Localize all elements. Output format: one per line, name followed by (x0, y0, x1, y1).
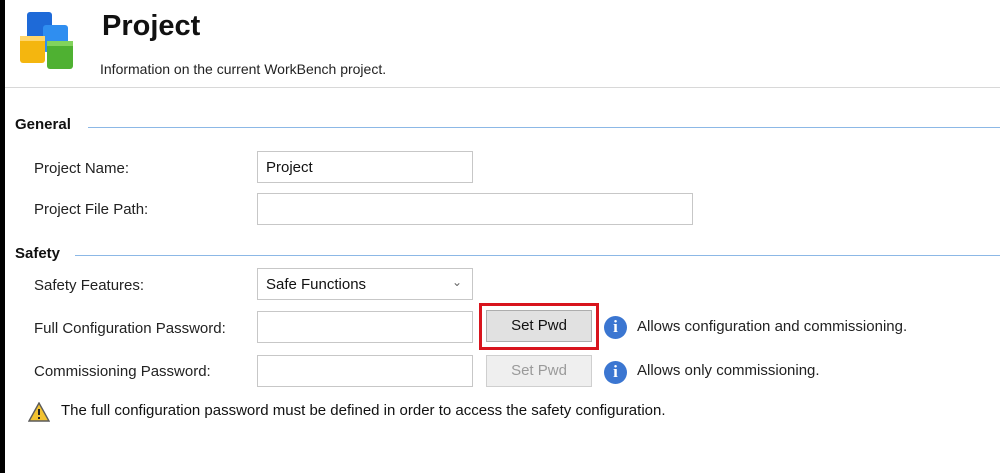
stacked-cubes-icon (20, 12, 73, 69)
commissioning-password-label: Commissioning Password: (34, 363, 211, 380)
project-file-path-label: Project File Path: (34, 201, 149, 218)
section-safety-divider (75, 255, 1000, 256)
info-icon: i (604, 316, 627, 339)
set-full-config-password-button[interactable]: Set Pwd (486, 310, 592, 342)
full-config-info-text: Allows configuration and commissioning. (637, 318, 908, 335)
project-name-input[interactable] (257, 151, 473, 183)
safety-warning-text: The full configuration password must be … (61, 402, 666, 419)
header: Project Information on the current WorkB… (5, 0, 1000, 88)
chevron-down-icon: ⌄ (451, 275, 462, 289)
screen-frame: Project Information on the current WorkB… (0, 0, 1000, 473)
warning-triangle-icon (28, 402, 50, 422)
section-general-divider (88, 127, 1000, 128)
page-subtitle: Information on the current WorkBench pro… (100, 61, 387, 77)
safety-features-value: Safe Functions (266, 276, 367, 293)
full-configuration-password-label: Full Configuration Password: (34, 320, 226, 337)
info-icon: i (604, 361, 627, 384)
safety-features-label: Safety Features: (34, 277, 145, 294)
commissioning-password-input[interactable] (257, 355, 473, 387)
safety-features-dropdown[interactable]: Safe Functions ⌄ (257, 268, 473, 300)
section-general-title: General (15, 116, 71, 133)
section-safety-title: Safety (15, 245, 61, 262)
set-commissioning-password-button[interactable]: Set Pwd (486, 355, 592, 387)
page-title: Project (102, 10, 201, 42)
project-file-path-input[interactable] (257, 193, 693, 225)
full-configuration-password-input[interactable] (257, 311, 473, 343)
project-settings-panel: Project Information on the current WorkB… (5, 0, 1000, 473)
commissioning-info-text: Allows only commissioning. (637, 362, 820, 379)
project-name-label: Project Name: (34, 160, 130, 177)
